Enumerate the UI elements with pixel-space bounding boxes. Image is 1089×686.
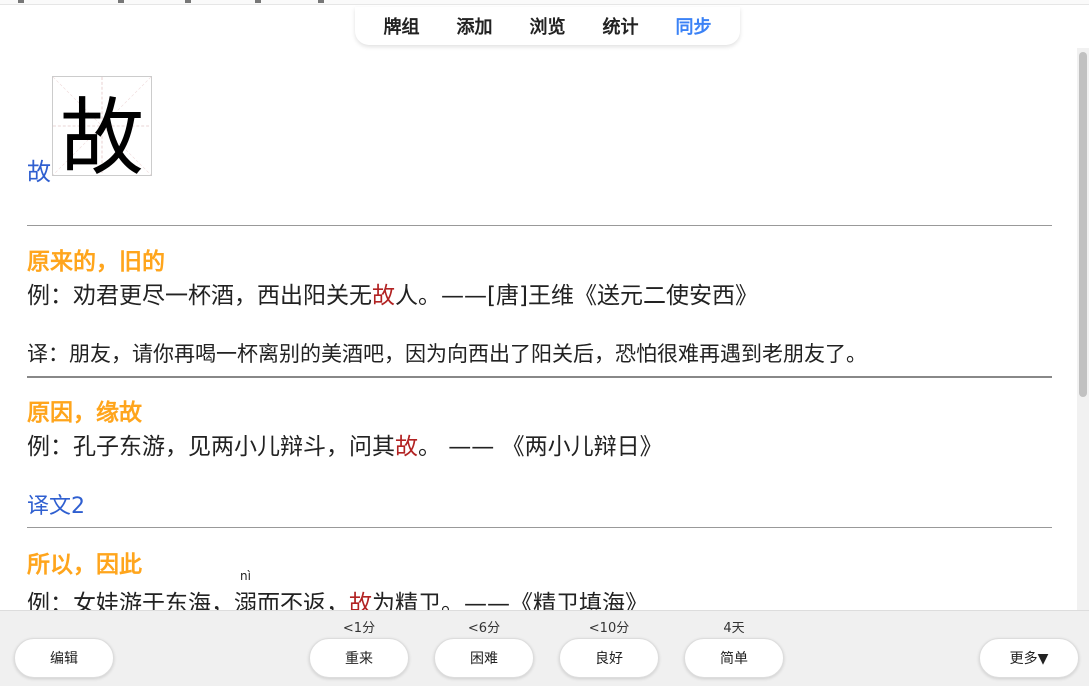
again-button[interactable]: 重来 [309, 638, 409, 678]
ruby-base: 溺 [234, 591, 257, 610]
translation-2-link[interactable]: 译文2 [27, 488, 85, 520]
example-3: 例：女娃游于东海， nì 溺而不返，故为精卫。——《精卫填海》 [27, 569, 648, 610]
pinyin-annotation: nì [240, 569, 251, 583]
example-2-text-after: 。 —— 《两小儿辩日》 [418, 434, 663, 460]
example-2-highlight: 故 [395, 434, 418, 460]
divider [27, 527, 1052, 528]
divider [27, 376, 1052, 378]
example-2-text-before: 例：孔子东游，见两小儿辩斗，问其 [27, 434, 395, 460]
example-3-highlight: 故 [349, 591, 372, 610]
again-interval: <1分 [342, 621, 376, 636]
easy-interval: 4天 [723, 621, 745, 636]
meaning-3: 所以，因此 [27, 552, 142, 578]
scrollbar-thumb[interactable] [1079, 52, 1087, 397]
hard-interval: <6分 [467, 621, 501, 636]
example-1: 例：劝君更尽一杯酒，西出阳关无故人。——[唐]王维《送元二使安西》 [27, 276, 758, 310]
window-top-edge [0, 0, 1089, 5]
answer-bar: 编辑 <1分 重来 <6分 困难 <10分 良好 4天 简单 更多▼ [0, 610, 1089, 686]
hard-button[interactable]: 困难 [434, 638, 534, 678]
divider [27, 225, 1052, 226]
example-3-text-after: 为精卫。——《精卫填海》 [372, 591, 648, 610]
good-button[interactable]: 良好 [559, 638, 659, 678]
top-nav: 牌组 添加 浏览 统计 同步 [355, 7, 740, 45]
example-1-text-after: 人。——[唐]王维《送元二使安西》 [395, 283, 758, 309]
easy-button[interactable]: 简单 [684, 638, 784, 678]
example-3-text-mid: 而不返， [257, 591, 349, 610]
character-header: 故 故 [27, 76, 227, 187]
nav-browse[interactable]: 浏览 [530, 13, 566, 39]
character-stroke-image: 故 [52, 76, 152, 187]
character-link[interactable]: 故 [27, 152, 51, 187]
meaning-2: 原因，缘故 [27, 400, 142, 426]
card-content: 故 故 原来的，旧的 例：劝君更尽一杯酒，西出阳关无故人。——[唐]王维《送元二… [27, 48, 1052, 610]
nav-sync[interactable]: 同步 [676, 13, 712, 39]
example-1-highlight: 故 [372, 283, 395, 309]
more-button[interactable]: 更多▼ [979, 638, 1079, 678]
ruby-character: nì 溺 [234, 569, 257, 610]
example-3-text-before: 例：女娃游于东海， [27, 591, 234, 610]
nav-decks[interactable]: 牌组 [384, 13, 420, 39]
character-glyph: 故 [59, 89, 144, 187]
edit-button[interactable]: 编辑 [14, 638, 114, 678]
good-interval: <10分 [588, 621, 630, 636]
example-2: 例：孔子东游，见两小儿辩斗，问其故。 —— 《两小儿辩日》 [27, 427, 663, 461]
nav-stats[interactable]: 统计 [603, 13, 639, 39]
scrollbar[interactable] [1077, 48, 1089, 610]
example-1-text-before: 例：劝君更尽一杯酒，西出阳关无 [27, 283, 372, 309]
meaning-1: 原来的，旧的 [27, 249, 165, 275]
nav-add[interactable]: 添加 [457, 13, 493, 39]
translation-1: 译：朋友，请你再喝一杯离别的美酒吧，因为向西出了阳关后，恐怕很难再遇到老朋友了。 [27, 342, 867, 366]
